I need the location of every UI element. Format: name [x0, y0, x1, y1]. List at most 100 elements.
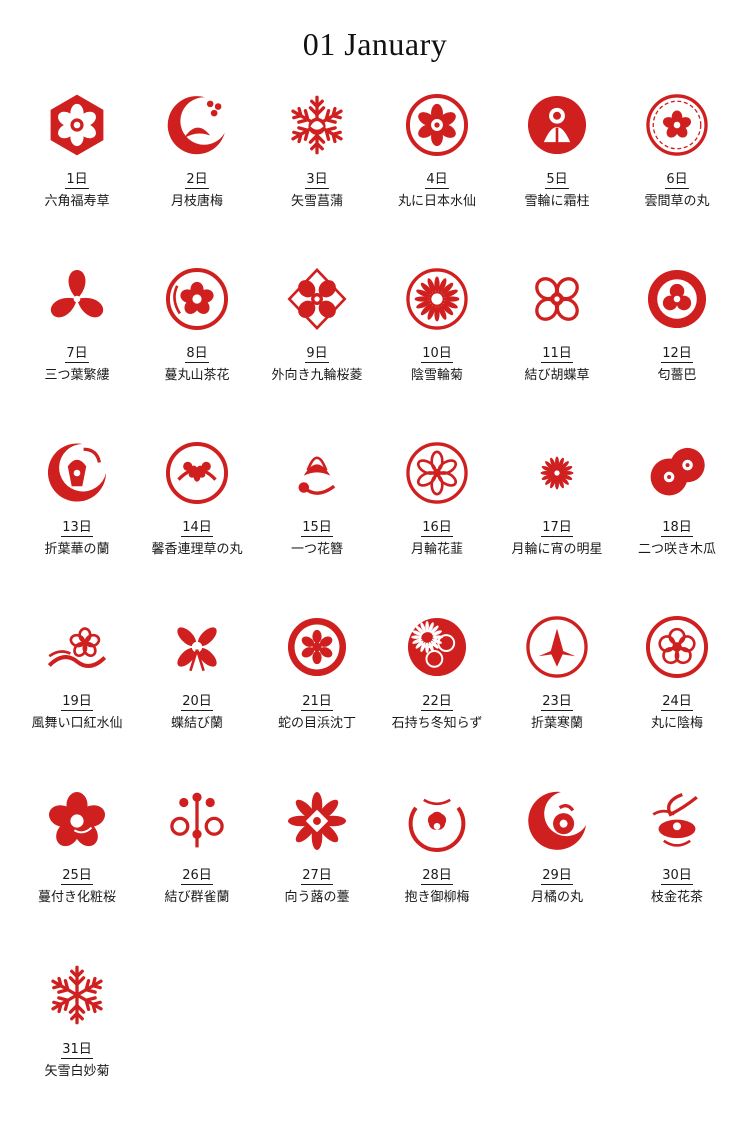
day-link[interactable]: 25日	[61, 868, 93, 885]
day-link[interactable]: 28日	[421, 868, 453, 885]
day-link[interactable]: 9日	[305, 346, 329, 363]
crest-item[interactable]: 9日 外向き九輪桜菱	[257, 266, 377, 440]
day-link[interactable]: 5日	[545, 172, 569, 189]
day-link[interactable]: 13日	[61, 520, 93, 537]
day-link[interactable]: 17日	[541, 520, 573, 537]
crest-item[interactable]: 8日蔓丸山茶花	[137, 266, 257, 440]
day-link[interactable]: 3日	[305, 172, 329, 189]
double-quince-crest[interactable]	[644, 440, 710, 506]
moon-ring-flower-crest[interactable]	[404, 440, 470, 506]
cloud-flower-circle-crest[interactable]	[644, 92, 710, 158]
day-link[interactable]: 1日	[65, 172, 89, 189]
hexagon-flower-crest[interactable]	[44, 92, 110, 158]
snow-iris-crest[interactable]	[284, 92, 350, 158]
day-link[interactable]: 12日	[661, 346, 693, 363]
cherry-diamond-crest[interactable]	[284, 266, 350, 332]
crest-item[interactable]: 12日 匂薔巴	[617, 266, 737, 440]
three-leaf-crest[interactable]	[44, 266, 110, 332]
crest-item[interactable]: 25日 蔓付き化粧桜	[17, 788, 137, 962]
day-link[interactable]: 4日	[425, 172, 449, 189]
crest-item[interactable]: 4日丸に日本水仙	[377, 92, 497, 266]
butterbur-bud-crest[interactable]	[284, 788, 350, 854]
knot-sparrow-orchid-crest[interactable]	[164, 788, 230, 854]
fragrant-vine-circle-crest[interactable]	[164, 440, 230, 506]
crest-item[interactable]: 29日 月橘の丸	[497, 788, 617, 962]
folded-winter-orchid-crest[interactable]	[524, 614, 590, 680]
day-link[interactable]: 10日	[421, 346, 453, 363]
crest-item[interactable]: 11日 結び胡蝶草	[497, 266, 617, 440]
crest-item[interactable]: 6日 雲間草の丸	[617, 92, 737, 266]
crest-item[interactable]: 19日 風舞い口紅水仙	[17, 614, 137, 788]
tomoe-rose-crest[interactable]	[644, 266, 710, 332]
crest-item[interactable]: 28日抱き御柳梅	[377, 788, 497, 962]
ring-plum-crest[interactable]	[644, 614, 710, 680]
stone-chrysanthemum-crest[interactable]	[404, 614, 470, 680]
day-link[interactable]: 29日	[541, 868, 573, 885]
crest-item[interactable]: 21日 蛇の目浜沈丁	[257, 614, 377, 788]
crest-name: 月枝唐梅	[170, 194, 223, 209]
crest-item[interactable]: 15日一つ花簪	[257, 440, 377, 614]
day-link[interactable]: 23日	[541, 694, 573, 711]
crest-item[interactable]: 3日 矢雪菖蒲	[257, 92, 377, 266]
vine-cherry-crest[interactable]	[44, 788, 110, 854]
vine-camellia-circle-crest[interactable]	[164, 266, 230, 332]
crest-name: 折葉華の蘭	[44, 542, 110, 557]
wind-narcissus-crest[interactable]	[44, 614, 110, 680]
day-link[interactable]: 24日	[661, 694, 693, 711]
moon-evening-star-crest[interactable]	[524, 440, 590, 506]
crest-item[interactable]: 24日 丸に陰梅	[617, 614, 737, 788]
day-link[interactable]: 8日	[185, 346, 209, 363]
crest-item[interactable]: 2日月枝唐梅	[137, 92, 257, 266]
snow-chrysanthemum-crest[interactable]	[404, 266, 470, 332]
day-link[interactable]: 11日	[541, 346, 573, 363]
snake-eye-daphne-crest[interactable]	[284, 614, 350, 680]
day-link[interactable]: 18日	[661, 520, 693, 537]
crest-item[interactable]: 14日 馨香連理草の丸	[137, 440, 257, 614]
crest-item[interactable]: 26日 結び群雀蘭	[137, 788, 257, 962]
day-link[interactable]: 27日	[301, 868, 333, 885]
ring-narcissus-crest[interactable]	[404, 92, 470, 158]
crest-name: 抱き御柳梅	[404, 890, 470, 905]
crest-item[interactable]: 5日 雪輪に霜柱	[497, 92, 617, 266]
day-link[interactable]: 26日	[181, 868, 213, 885]
day-link[interactable]: 31日	[61, 1042, 93, 1059]
crest-item[interactable]: 1日 六角福寿草	[17, 92, 137, 266]
crest-item[interactable]: 7日 三つ葉繁縷	[17, 266, 137, 440]
crest-item[interactable]: 17日 月輪に宵の明星	[497, 440, 617, 614]
day-link[interactable]: 20日	[181, 694, 213, 711]
day-link[interactable]: 6日	[665, 172, 689, 189]
flower-hairpin-crest[interactable]	[284, 440, 350, 506]
day-link[interactable]: 22日	[421, 694, 453, 711]
crest-item[interactable]: 13日折葉華の蘭	[17, 440, 137, 614]
crest-item[interactable]: 20日 蝶結び蘭	[137, 614, 257, 788]
day-link[interactable]: 2日	[185, 172, 209, 189]
crest-item[interactable]: 30日 枝金花茶	[617, 788, 737, 962]
crest-item[interactable]: 22日 石持ち冬知らず	[377, 614, 497, 788]
crest-name: 丸に日本水仙	[397, 194, 476, 209]
bow-orchid-crest[interactable]	[164, 614, 230, 680]
golden-camellia-branch-crest[interactable]	[644, 788, 710, 854]
moon-orange-circle-crest[interactable]	[524, 788, 590, 854]
day-link[interactable]: 21日	[301, 694, 333, 711]
crest-item[interactable]: 27日 向う蕗の薹	[257, 788, 377, 962]
crest-item[interactable]: 31日矢雪白妙菊	[17, 962, 137, 1136]
embraced-plum-crest[interactable]	[404, 788, 470, 854]
crest-item[interactable]: 10日 陰雪輪菊	[377, 266, 497, 440]
day-link[interactable]: 19日	[61, 694, 93, 711]
crest-name: 蔓丸山茶花	[164, 368, 230, 383]
day-link[interactable]: 14日	[181, 520, 213, 537]
day-link[interactable]: 16日	[421, 520, 453, 537]
crest-name: 一つ花簪	[290, 542, 343, 557]
folded-leaf-orchid-crest[interactable]	[44, 440, 110, 506]
day-link[interactable]: 7日	[65, 346, 89, 363]
snow-ring-frost-crest[interactable]	[524, 92, 590, 158]
knot-butterfly-flower-crest[interactable]	[524, 266, 590, 332]
crest-item[interactable]: 18日 二つ咲き木瓜	[617, 440, 737, 614]
crest-item[interactable]: 16日 月輪花韮	[377, 440, 497, 614]
snowflake-crest[interactable]	[44, 962, 110, 1028]
moon-plum-branch-crest[interactable]	[164, 92, 230, 158]
day-link[interactable]: 15日	[301, 520, 333, 537]
day-link[interactable]: 30日	[661, 868, 693, 885]
crest-name: 矢雪白妙菊	[44, 1064, 110, 1079]
crest-item[interactable]: 23日 折葉寒蘭	[497, 614, 617, 788]
